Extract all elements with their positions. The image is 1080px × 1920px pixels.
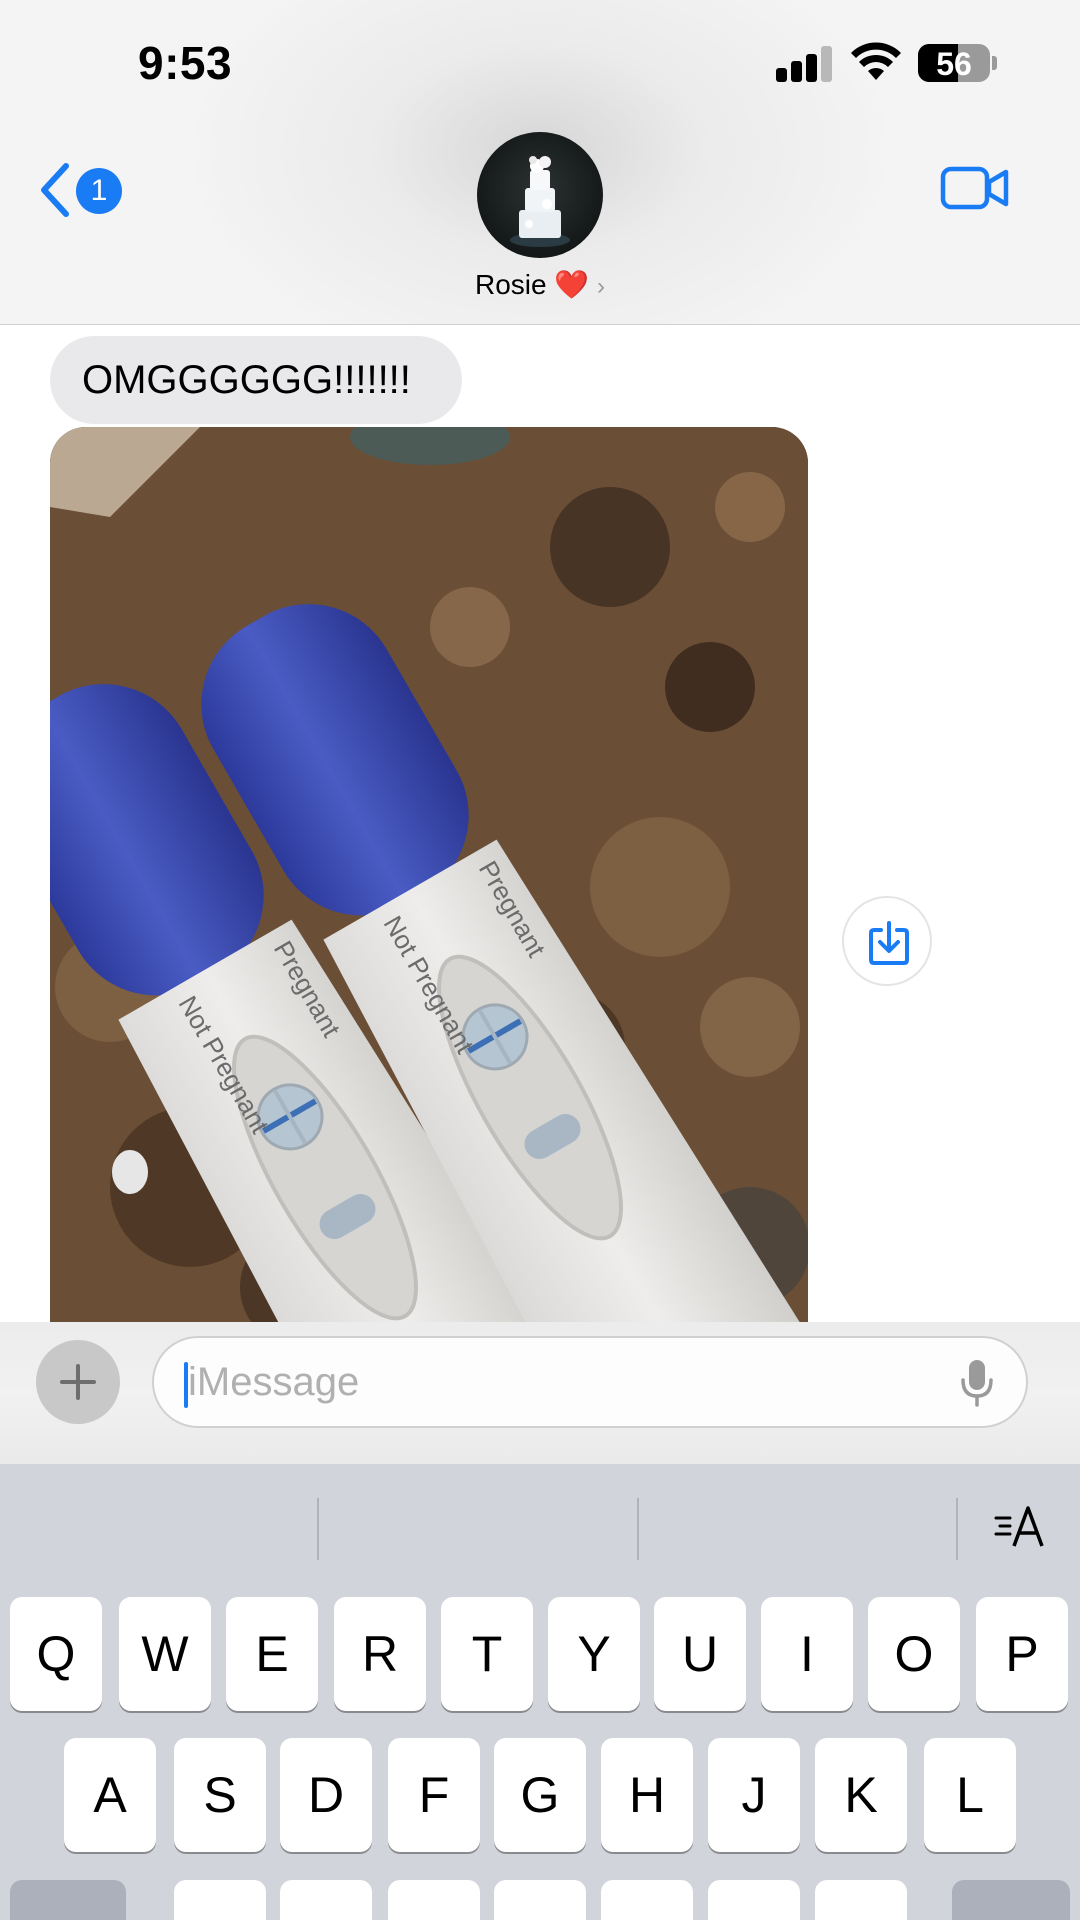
cake-photo <box>510 156 570 247</box>
key-u[interactable]: U <box>654 1597 746 1711</box>
wifi-icon <box>851 42 901 80</box>
pregnancy-tests-photo: Pregnant Not Pregnant Pregnant Not Pregn… <box>50 427 808 1322</box>
key-c[interactable] <box>388 1880 480 1920</box>
key-w[interactable]: W <box>119 1597 211 1711</box>
key-d[interactable]: D <box>280 1738 372 1852</box>
text-format-icon[interactable] <box>994 1504 1048 1550</box>
cellular-signal-icon <box>776 46 834 82</box>
key-o[interactable]: O <box>868 1597 960 1711</box>
heart-emoji: ❤️ <box>554 269 590 300</box>
unread-count-badge: 1 <box>76 168 122 214</box>
delete-key[interactable] <box>952 1880 1070 1920</box>
key-k[interactable]: K <box>815 1738 907 1852</box>
key-s[interactable]: S <box>174 1738 266 1852</box>
key-r[interactable]: R <box>334 1597 426 1711</box>
compose-bar: iMessage <box>0 1322 1080 1464</box>
shift-key[interactable] <box>10 1880 126 1920</box>
add-attachment-button[interactable] <box>36 1340 120 1424</box>
save-download-icon <box>869 921 909 965</box>
key-n[interactable] <box>708 1880 800 1920</box>
chevron-left-icon <box>41 163 69 217</box>
key-e[interactable]: E <box>226 1597 318 1711</box>
key-b[interactable] <box>601 1880 693 1920</box>
battery-percent: 56 <box>936 46 972 82</box>
back-button[interactable]: 1 <box>36 160 126 220</box>
key-j[interactable]: J <box>708 1738 800 1852</box>
key-t[interactable]: T <box>441 1597 533 1711</box>
key-z[interactable] <box>174 1880 266 1920</box>
photo-attachment[interactable]: Pregnant Not Pregnant Pregnant Not Pregn… <box>50 427 808 1322</box>
key-x[interactable] <box>280 1880 372 1920</box>
input-placeholder: iMessage <box>188 1360 360 1404</box>
key-g[interactable]: G <box>494 1738 586 1852</box>
keyboard: Q W E R T Y U I O P A S D F G H J K L <box>0 1464 1080 1920</box>
key-i[interactable]: I <box>761 1597 853 1711</box>
plus-icon <box>60 1364 96 1400</box>
key-f[interactable]: F <box>388 1738 480 1852</box>
key-v[interactable] <box>494 1880 586 1920</box>
contact-avatar[interactable] <box>477 132 603 258</box>
chevron-right-icon: › <box>597 273 606 300</box>
suggestion-divider <box>317 1498 319 1560</box>
key-a[interactable]: A <box>64 1738 156 1852</box>
suggestion-divider <box>956 1498 958 1560</box>
status-time: 9:53 <box>138 37 233 89</box>
battery-indicator: 56 <box>918 44 990 82</box>
key-l[interactable]: L <box>924 1738 1016 1852</box>
incoming-message-bubble[interactable]: OMGGGGGG!!!!!!! <box>50 336 462 424</box>
save-photo-button[interactable] <box>842 896 932 986</box>
contact-name: Rosie <box>474 269 547 300</box>
key-h[interactable]: H <box>601 1738 693 1852</box>
microphone-icon[interactable] <box>960 1358 994 1408</box>
contact-name-row[interactable]: Rosie ❤️ › <box>0 268 1080 301</box>
key-q[interactable]: Q <box>10 1597 102 1711</box>
key-p[interactable]: P <box>976 1597 1068 1711</box>
conversation-header: 9:53 56 1 Rosie ❤️ › <box>0 0 1080 325</box>
imessage-input[interactable]: iMessage <box>152 1336 1028 1428</box>
video-camera-icon[interactable] <box>940 164 1010 212</box>
battery-cap <box>992 56 997 70</box>
key-m[interactable] <box>815 1880 907 1920</box>
key-y[interactable]: Y <box>548 1597 640 1711</box>
suggestion-divider <box>637 1498 639 1560</box>
